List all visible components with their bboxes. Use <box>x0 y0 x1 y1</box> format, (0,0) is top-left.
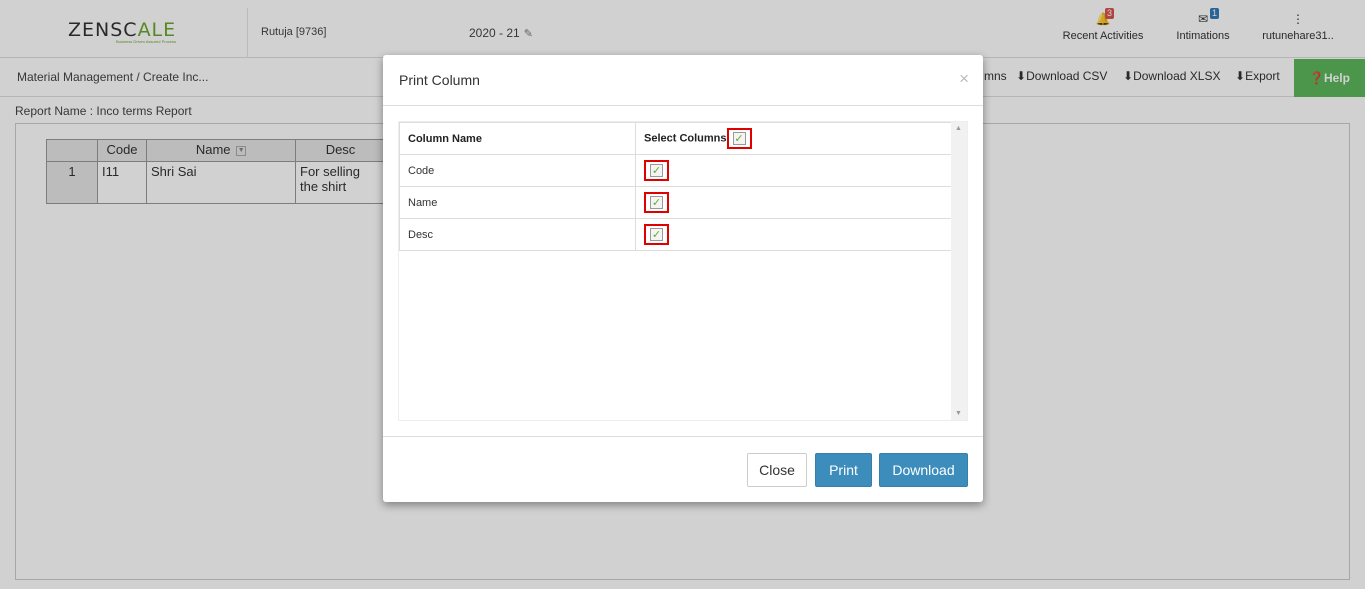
print-button[interactable]: Print <box>815 453 872 487</box>
list-item: Name ✓ <box>399 186 952 219</box>
list-item: Desc ✓ <box>399 218 952 251</box>
code-checkbox[interactable]: ✓ <box>650 164 663 177</box>
download-button[interactable]: Download <box>879 453 968 487</box>
select-all-highlight: ✓ <box>726 128 752 149</box>
column-name: Name <box>399 186 636 219</box>
close-button[interactable]: Close <box>747 453 807 487</box>
checkbox-highlight: ✓ <box>644 224 669 245</box>
column-select-cell: ✓ <box>635 154 952 187</box>
scroll-down-icon[interactable]: ▼ <box>955 410 962 417</box>
print-column-dialog: Print Column × Column Name Select Column… <box>383 55 983 502</box>
scrollbar[interactable]: ▲ ▼ <box>951 122 967 420</box>
column-select-cell: ✓ <box>635 186 952 219</box>
column-name-header: Column Name <box>399 122 636 155</box>
close-icon[interactable]: × <box>959 70 969 87</box>
list-item: Code ✓ <box>399 154 952 187</box>
modal-title: Print Column <box>399 72 480 88</box>
select-columns-header: Select Columns ✓ <box>635 122 952 155</box>
column-name: Desc <box>399 218 636 251</box>
modal-footer: Close Print Download <box>383 436 983 502</box>
column-select-cell: ✓ <box>635 218 952 251</box>
modal-header: Print Column × <box>383 55 983 106</box>
column-select-table: Column Name Select Columns ✓ Code ✓ Name … <box>399 122 952 251</box>
checkbox-highlight: ✓ <box>644 192 669 213</box>
select-all-checkbox[interactable]: ✓ <box>732 132 746 145</box>
desc-checkbox[interactable]: ✓ <box>650 228 663 241</box>
column-table-header: Column Name Select Columns ✓ <box>399 122 952 155</box>
select-columns-label: Select Columns <box>644 132 727 145</box>
scroll-up-icon[interactable]: ▲ <box>955 125 962 132</box>
column-name: Code <box>399 154 636 187</box>
name-checkbox[interactable]: ✓ <box>650 196 663 209</box>
modal-body: Column Name Select Columns ✓ Code ✓ Name … <box>398 121 968 421</box>
checkbox-highlight: ✓ <box>644 160 669 181</box>
